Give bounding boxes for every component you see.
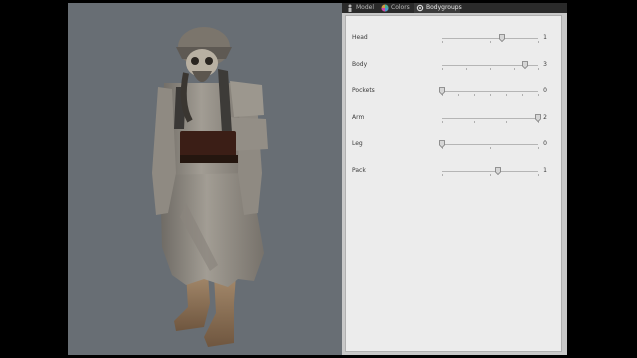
slider-tick <box>466 68 467 70</box>
bodygroup-row: Head 1 <box>346 30 563 46</box>
slider-tick <box>538 147 539 149</box>
tab-model-label: Model <box>356 4 375 11</box>
bodygroup-slider[interactable] <box>442 114 541 123</box>
bodygroup-value: 1 <box>543 34 547 41</box>
slider-tick <box>514 68 515 70</box>
slider-tick <box>506 121 507 123</box>
bodygroup-value: 0 <box>543 87 547 94</box>
slider-thumb[interactable] <box>498 34 505 42</box>
gear-icon <box>416 4 424 12</box>
bodygroup-label: Head <box>352 34 368 41</box>
slider-tick <box>442 41 443 43</box>
bodygroup-slider[interactable] <box>442 167 539 176</box>
bodygroup-value: 3 <box>543 61 547 68</box>
tab-colors-label: Colors <box>391 4 410 11</box>
slider-tick <box>538 94 539 96</box>
slider-tick <box>522 94 523 96</box>
slider-tick <box>458 94 459 96</box>
slider-tick <box>474 121 475 123</box>
bodygroup-row: Pockets 0 <box>346 83 563 99</box>
slider-tick <box>474 94 475 96</box>
tab-bodygroups-label: Bodygroups <box>426 4 462 11</box>
tab-bar: Model Colors Bodygroups <box>342 3 567 13</box>
slider-thumb[interactable] <box>439 140 445 148</box>
bodygroups-list: Head 1 Body 3 Pockets 0 Arm 2 Leg 0 Pack 1 <box>345 15 562 352</box>
bodygroup-value: 0 <box>543 140 547 147</box>
bodygroup-label: Leg <box>352 140 363 147</box>
tab-bodygroups[interactable]: Bodygroups <box>414 3 462 13</box>
tab-colors[interactable]: Colors <box>379 3 413 13</box>
slider-thumb[interactable] <box>494 167 501 175</box>
slider-tick <box>490 174 491 176</box>
properties-panel: Model Colors Bodygroups Head 1 Body 3 Pocket… <box>342 3 567 355</box>
slider-tick <box>490 94 491 96</box>
tab-model[interactable]: Model <box>344 3 378 13</box>
bodygroup-row: Pack 1 <box>346 163 563 179</box>
slider-thumb[interactable] <box>439 87 445 95</box>
bodygroup-slider[interactable] <box>442 34 539 43</box>
bodygroup-row: Leg 0 <box>346 136 563 152</box>
slider-tick <box>490 68 491 70</box>
slider-tick <box>442 68 443 70</box>
bodygroup-slider[interactable] <box>439 140 539 149</box>
slider-tick <box>442 174 443 176</box>
bodygroup-label: Body <box>352 61 368 68</box>
person-icon <box>348 4 352 12</box>
bodygroup-value: 1 <box>543 167 547 174</box>
slider-tick <box>490 41 491 43</box>
bodygroup-label: Pockets <box>352 87 375 94</box>
slider-tick <box>490 147 491 149</box>
bodygroup-slider[interactable] <box>439 87 539 96</box>
slider-tick <box>442 121 443 123</box>
bodygroup-slider[interactable] <box>442 61 539 70</box>
slider-tick <box>538 68 539 70</box>
slider-tick <box>538 41 539 43</box>
bodygroup-row: Body 3 <box>346 57 563 73</box>
bodygroup-label: Arm <box>352 114 365 121</box>
character-model <box>152 27 268 347</box>
slider-tick <box>538 174 539 176</box>
bodygroup-label: Pack <box>352 167 366 174</box>
color-wheel-icon <box>381 4 389 12</box>
slider-thumb[interactable] <box>521 61 528 69</box>
bodygroup-value: 2 <box>543 114 547 121</box>
model-viewport[interactable] <box>68 3 342 355</box>
slider-tick <box>506 94 507 96</box>
bodygroup-row: Arm 2 <box>346 110 563 126</box>
